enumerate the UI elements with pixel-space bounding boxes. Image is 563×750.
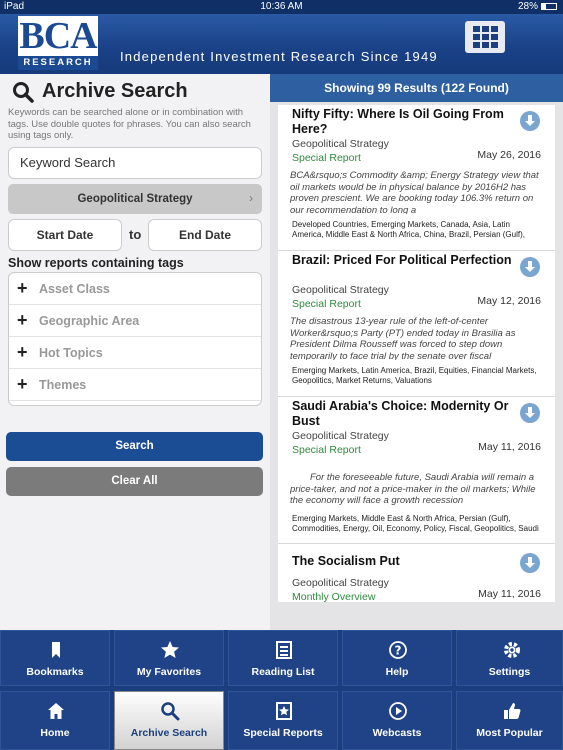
search-icon <box>161 702 180 721</box>
result-date: May 11, 2016 <box>478 588 541 600</box>
nav-help[interactable]: ? Help <box>342 630 452 686</box>
category-selector[interactable]: Geopolitical Strategy › <box>8 184 262 214</box>
tag-geographic-area[interactable]: + Geographic Area <box>9 305 261 337</box>
result-publication: Geopolitical Strategy <box>292 577 389 589</box>
special-reports-icon <box>276 702 292 720</box>
nav-bookmarks[interactable]: Bookmarks <box>0 630 110 686</box>
result-type: Special Report <box>292 444 361 456</box>
header-tagline: Independent Investment Research Since 19… <box>120 49 438 64</box>
thumbs-up-icon <box>504 703 521 719</box>
status-bar: iPad 10:36 AM 28% <box>0 0 563 14</box>
download-icon[interactable] <box>520 553 540 573</box>
nav-home[interactable]: Home <box>0 691 110 750</box>
search-title-row: Archive Search <box>12 80 188 103</box>
play-icon <box>389 702 407 720</box>
tag-themes[interactable]: + Themes <box>9 369 261 401</box>
plus-icon: + <box>17 278 28 298</box>
search-panel: Archive Search Keywords can be searched … <box>0 74 270 630</box>
result-date: May 11, 2016 <box>478 441 541 453</box>
star-icon <box>161 641 179 658</box>
keyword-search-input[interactable]: Keyword Search <box>8 147 262 179</box>
nav-reading-list[interactable]: Reading List <box>228 630 338 686</box>
tag-asset-class[interactable]: + Asset Class <box>9 273 261 305</box>
result-item[interactable]: Saudi Arabia's Choice: Modernity Or Bust… <box>278 397 555 544</box>
search-help-text: Keywords can be searched alone or in com… <box>8 107 251 141</box>
results-list[interactable]: Nifty Fifty: Where Is Oil Going From Her… <box>278 105 555 602</box>
bookmark-icon <box>52 642 60 658</box>
result-title[interactable]: Brazil: Priced For Political Perfection <box>292 253 512 268</box>
result-date: May 12, 2016 <box>477 295 541 307</box>
results-panel: Showing 99 Results (122 Found) Nifty Fif… <box>270 74 563 630</box>
bca-logo[interactable]: BCA RESEARCH <box>18 16 98 70</box>
battery-percent: 28% <box>517 1 538 12</box>
battery-icon <box>541 3 557 10</box>
result-type: Special Report <box>292 298 361 310</box>
plus-icon: + <box>17 374 28 394</box>
svg-text:?: ? <box>395 644 402 658</box>
battery-status: 28% <box>518 1 557 12</box>
clear-all-button[interactable]: Clear All <box>6 467 263 496</box>
nav-settings[interactable]: Settings <box>456 630 563 686</box>
result-publication: Geopolitical Strategy <box>292 284 389 296</box>
result-item[interactable]: Nifty Fifty: Where Is Oil Going From Her… <box>278 105 555 251</box>
gear-icon <box>504 642 520 658</box>
download-icon[interactable] <box>520 403 540 423</box>
nav-special-reports[interactable]: Special Reports <box>228 691 338 750</box>
list-icon <box>276 641 292 659</box>
result-title[interactable]: Nifty Fifty: Where Is Oil Going From Her… <box>292 107 512 136</box>
search-button[interactable]: Search <box>6 432 263 461</box>
category-selected: Geopolitical Strategy <box>77 193 193 205</box>
download-icon[interactable] <box>520 111 540 131</box>
result-item[interactable]: Brazil: Priced For Political Perfection … <box>278 251 555 397</box>
result-type: Monthly Overview <box>292 591 376 602</box>
result-title[interactable]: Saudi Arabia's Choice: Modernity Or Bust <box>292 399 512 428</box>
end-date-button[interactable]: End Date <box>148 219 262 251</box>
app-header: BCA RESEARCH Independent Investment Rese… <box>0 14 563 74</box>
nav-my-favorites[interactable]: My Favorites <box>114 630 224 686</box>
result-summary: BCA&rsquo;s Commodity &amp; Energy Strat… <box>290 170 539 214</box>
nav-most-popular[interactable]: Most Popular <box>456 691 563 750</box>
result-publication: Geopolitical Strategy <box>292 430 389 442</box>
result-summary: For the foreseeable future, Saudi Arabia… <box>290 472 536 505</box>
date-to-label: to <box>129 227 142 242</box>
result-tags: Emerging Markets, Middle East & North Af… <box>292 514 539 533</box>
result-publication: Geopolitical Strategy <box>292 138 389 150</box>
nav-archive-search[interactable]: Archive Search <box>114 691 224 750</box>
start-date-button[interactable]: Start Date <box>8 219 122 251</box>
bottom-nav: Bookmarks My Favorites Reading List ? He… <box>0 630 563 750</box>
chevron-right-icon: › <box>249 193 253 205</box>
tags-label: Show reports containing tags <box>8 256 184 270</box>
result-tags: Developed Countries, Emerging Markets, C… <box>292 220 525 239</box>
tag-hot-topics[interactable]: + Hot Topics <box>9 337 261 369</box>
plus-icon: + <box>17 310 28 330</box>
results-count: Showing 99 Results (122 Found) <box>270 74 563 102</box>
result-summary: The disastrous 13-year rule of the left-… <box>290 316 516 360</box>
page-title: Archive Search <box>42 80 188 102</box>
result-date: May 26, 2016 <box>477 149 541 161</box>
plus-icon: + <box>17 342 28 362</box>
result-tags: Emerging Markets, Latin America, Brazil,… <box>292 366 537 385</box>
search-icon <box>13 81 34 103</box>
nav-webcasts[interactable]: Webcasts <box>342 691 452 750</box>
grid-menu-button[interactable] <box>465 21 505 53</box>
result-item[interactable]: The Socialism Put Geopolitical Strategy … <box>278 544 555 602</box>
download-icon[interactable] <box>520 257 540 277</box>
home-icon <box>48 703 64 719</box>
status-time: 10:36 AM <box>260 1 303 12</box>
tags-list: + Asset Class + Geographic Area + Hot To… <box>8 272 262 406</box>
result-type: Special Report <box>292 152 361 164</box>
result-title[interactable]: The Socialism Put <box>292 554 512 569</box>
help-icon: ? <box>389 641 407 659</box>
